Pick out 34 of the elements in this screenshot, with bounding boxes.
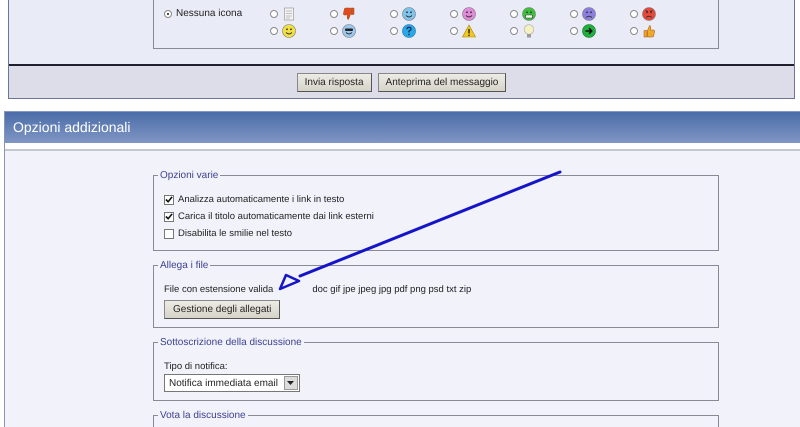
radio-button[interactable] (164, 10, 172, 18)
checkbox-label: Disabilita le smilie nel testo (178, 228, 292, 239)
checkbox-label: Analizza automaticamente i link in testo (178, 194, 344, 205)
dropdown-arrow-icon (287, 381, 294, 385)
checkbox[interactable] (164, 212, 174, 222)
fieldset-legend: Allega i file (158, 259, 210, 272)
radio-button[interactable] (510, 10, 518, 18)
radio-button[interactable] (270, 10, 278, 18)
radio-button[interactable] (450, 10, 458, 18)
radio-button[interactable] (570, 10, 578, 18)
radio-button[interactable] (630, 10, 638, 18)
radio-button[interactable] (390, 26, 398, 34)
radio-button[interactable] (330, 10, 338, 18)
preview-button[interactable]: Anteprima del messaggio (378, 72, 506, 92)
radio-button[interactable] (510, 26, 518, 34)
radio-button[interactable] (330, 26, 338, 34)
document-icon (282, 6, 296, 20)
valid-extensions-text: File con estensione valida (164, 284, 274, 295)
submit-reply-button[interactable]: Invia risposta (296, 72, 372, 92)
notification-dropdown[interactable]: Notifica immediata email (164, 374, 300, 392)
section-header: Opzioni addizionali (5, 111, 800, 143)
field-label: Tipo di notifica: (164, 361, 228, 372)
radio-button[interactable] (570, 26, 578, 34)
radio-label: Nessuna icona (176, 8, 242, 19)
radio-button[interactable] (270, 26, 278, 34)
radio-button[interactable] (390, 10, 398, 18)
checkbox[interactable] (164, 194, 174, 204)
radio-button[interactable] (450, 26, 458, 34)
checkbox-label: Carica il titolo automaticamente dai link esterni (178, 211, 374, 222)
checkbox[interactable] (164, 228, 174, 238)
radio-button[interactable] (630, 26, 638, 34)
fieldset-legend: Opzioni varie (158, 169, 220, 182)
valid-extensions-text: doc gif jpe jpeg jpg pdf png psd txt zip (312, 284, 472, 295)
manage-attachments-button[interactable]: Gestione degli allegati (164, 300, 280, 319)
